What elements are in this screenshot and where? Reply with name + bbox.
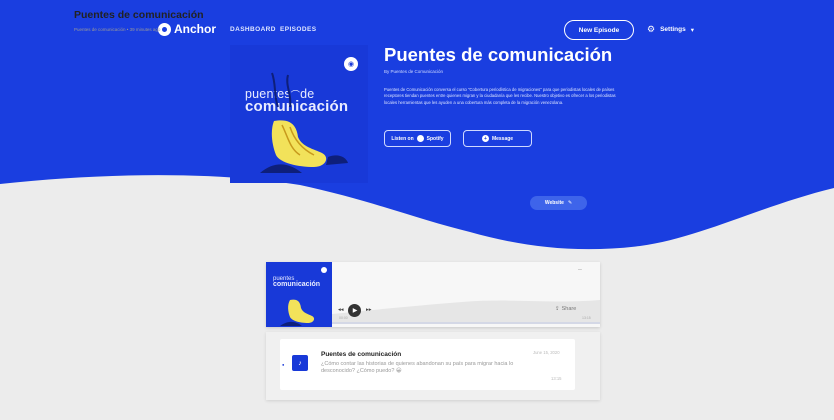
player-episode-meta: Puentes de comunicación • 39 minutes ago [74, 27, 161, 32]
episode-status-dot: ● [282, 362, 285, 367]
message-button[interactable]: + Message [463, 130, 532, 147]
episode-duration: 13:15 [551, 376, 562, 381]
spotify-icon [416, 135, 424, 142]
share-label: Share [561, 306, 577, 312]
message-icon: + [481, 135, 489, 142]
website-label: Website [544, 200, 564, 206]
rewind-icon[interactable]: ◂◂ [338, 307, 344, 313]
settings-icon: ⚙ [647, 24, 656, 34]
player-episode-title: Puentes de comunicación [74, 9, 204, 21]
pencil-icon: ✎ [567, 200, 573, 206]
podcast-title: Puentes de comunicación [384, 44, 613, 65]
nav-dashboard[interactable]: DASHBOARD [230, 26, 276, 33]
thumb-speaker-icon [321, 267, 327, 273]
message-label: Message [491, 135, 514, 142]
podcast-byline: By Puentes de Comunicación [384, 69, 444, 74]
speaker-icon[interactable]: ◉ [344, 57, 358, 71]
logo-text: Anchor [174, 22, 216, 36]
new-episode-button[interactable]: New Episode [564, 20, 634, 40]
fast-forward-icon[interactable]: ▸▸ [366, 307, 372, 313]
anchor-logo[interactable]: Anchor [158, 22, 216, 36]
play-button[interactable]: ▶ [348, 304, 361, 317]
player-cover-art: puentes comunicación [266, 262, 332, 327]
listen-on-spotify-button[interactable]: Listen on Spotify [384, 130, 451, 147]
settings-menu[interactable]: ⚙ Settings ▾ [647, 24, 694, 35]
nav-episodes[interactable]: EPISODES [280, 26, 316, 33]
episode-player-card: puentes comunicación [266, 262, 600, 327]
episode-icon: ♪ [292, 355, 308, 371]
chevron-down-icon: ▾ [690, 26, 694, 34]
share-button[interactable]: ⇪ Share [555, 306, 576, 312]
podcast-description: Puentes de Comunicación conversa el curs… [384, 87, 616, 105]
listen-on-label: Listen on [391, 135, 414, 142]
spotify-label: Spotify [426, 135, 444, 142]
more-icon[interactable]: – [578, 266, 582, 273]
episode-date: June 15, 2020 [533, 350, 560, 355]
episode-description: ¿Cómo contar las historias de quienes ab… [321, 361, 514, 375]
time-total: 13:15 [582, 316, 591, 320]
website-button[interactable]: Website ✎ [530, 196, 587, 210]
episode-thumbnail: ♪ [289, 352, 311, 374]
progress-bar[interactable] [332, 322, 600, 324]
settings-label: Settings [660, 26, 686, 33]
episode-title[interactable]: Puentes de comunicación [321, 351, 401, 358]
time-elapsed: 00:00 [339, 316, 348, 320]
share-icon: ⇪ [555, 306, 560, 312]
